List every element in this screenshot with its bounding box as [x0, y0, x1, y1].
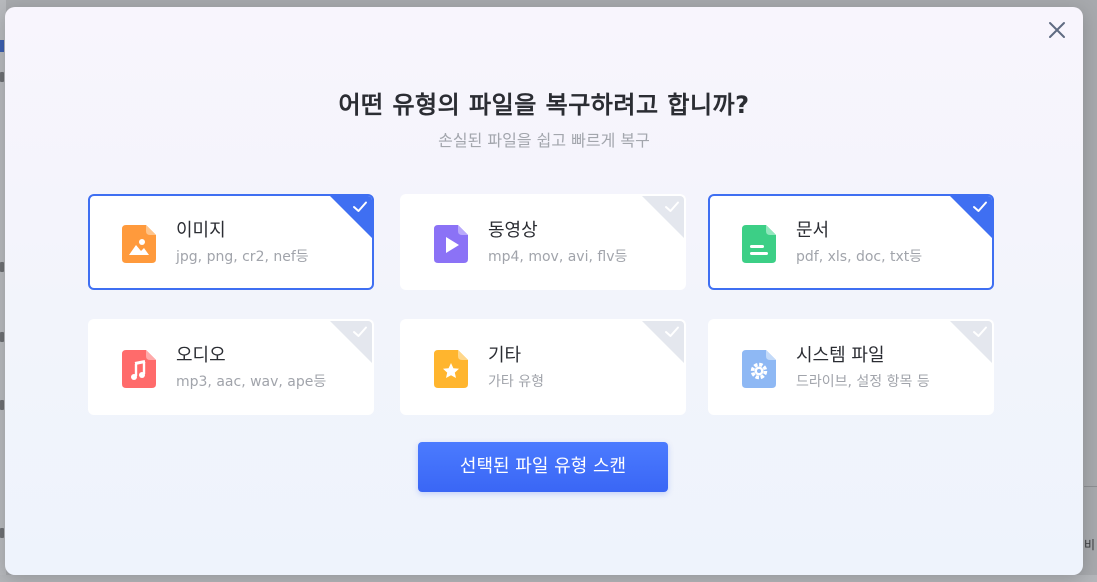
background-sidebar-marker	[0, 40, 4, 52]
dialog-subtitle: 손실된 파일을 쉽고 빠르게 복구	[438, 131, 650, 150]
document-file-icon	[742, 225, 776, 263]
scan-selected-button[interactable]: 선택된 파일 유형 스캔	[418, 442, 668, 492]
file-type-card-image[interactable]: 이미지 jpg, png, cr2, nef등	[88, 194, 374, 290]
background-footer	[0, 575, 1097, 582]
image-file-icon	[122, 225, 156, 263]
file-type-card-document[interactable]: 문서 pdf, xls, doc, txt등	[708, 194, 994, 290]
system-file-icon	[742, 350, 776, 388]
background-sidebar-glyph	[0, 400, 4, 410]
checkmark-icon	[973, 201, 987, 212]
background-sidebar-glyph	[0, 332, 4, 342]
file-type-card-other[interactable]: 기타 가타 유형	[400, 319, 686, 415]
audio-file-icon	[122, 350, 156, 388]
checkmark-icon	[353, 326, 367, 337]
checkmark-icon	[665, 326, 679, 337]
file-type-name: 이미지	[176, 220, 226, 241]
dialog-title: 어떤 유형의 파일을 복구하려고 합니까?	[338, 91, 750, 119]
file-type-name: 오디오	[176, 345, 226, 366]
checkmark-icon	[973, 326, 987, 337]
background-sidebar-glyph	[0, 262, 4, 272]
file-type-card-audio[interactable]: 오디오 mp3, aac, wav, ape등	[88, 319, 374, 415]
background-partial-text: 비	[1084, 538, 1096, 552]
file-type-card-system[interactable]: 시스템 파일 드라이브, 설정 항목 등	[708, 319, 994, 415]
file-type-extensions: pdf, xls, doc, txt등	[796, 249, 923, 265]
file-type-card-video[interactable]: 동영상 mp4, mov, avi, flv등	[400, 194, 686, 290]
close-icon	[1049, 22, 1065, 38]
file-type-name: 동영상	[488, 220, 538, 241]
file-type-extensions: mp4, mov, avi, flv등	[488, 249, 628, 265]
other-file-icon	[434, 350, 468, 388]
file-type-extensions: 가타 유형	[488, 374, 544, 390]
background-sidebar-glyph	[0, 528, 4, 538]
background-sidebar-glyph	[0, 72, 4, 82]
file-type-extensions: 드라이브, 설정 항목 등	[796, 374, 930, 390]
file-type-name: 기타	[488, 345, 522, 366]
close-button[interactable]	[1045, 18, 1069, 42]
file-type-name: 시스템 파일	[796, 345, 885, 366]
file-type-extensions: mp3, aac, wav, ape등	[176, 374, 327, 390]
video-file-icon	[434, 225, 468, 263]
checkmark-icon	[353, 201, 367, 212]
background-divider	[1084, 486, 1097, 487]
file-type-name: 문서	[796, 220, 830, 241]
checkmark-icon	[665, 201, 679, 212]
file-type-extensions: jpg, png, cr2, nef등	[176, 249, 309, 265]
file-type-dialog: 어떤 유형의 파일을 복구하려고 합니까? 손실된 파일을 쉽고 빠르게 복구 …	[5, 7, 1083, 575]
